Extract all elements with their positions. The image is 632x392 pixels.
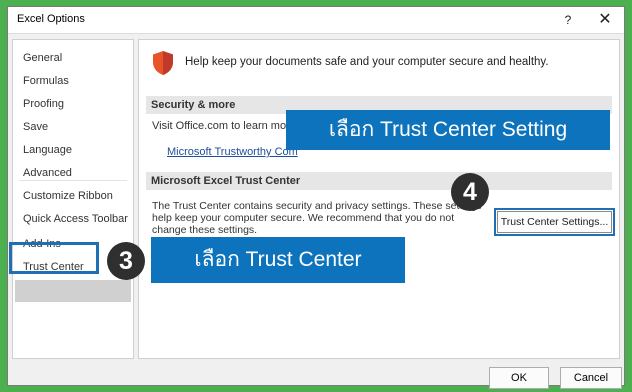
trust-center-sidebar-highlight xyxy=(9,242,99,274)
sidebar-item-customize-ribbon[interactable]: Customize Ribbon xyxy=(23,190,113,202)
help-button[interactable]: ? xyxy=(558,11,578,29)
sidebar-item-advanced[interactable]: Advanced xyxy=(23,167,72,179)
sidebar-item-save[interactable]: Save xyxy=(23,121,48,133)
ok-button[interactable]: OK xyxy=(489,367,549,389)
trust-center-description: The Trust Center contains security and p… xyxy=(152,200,482,236)
security-text: Visit Office.com to learn more xyxy=(152,120,296,132)
options-sidebar: General Formulas Proofing Save Language … xyxy=(12,39,134,359)
trustworthy-computing-link[interactable]: Microsoft Trustworthy Com xyxy=(167,146,298,158)
cancel-button[interactable]: Cancel xyxy=(560,367,622,389)
shield-icon xyxy=(153,51,173,75)
excel-options-dialog: Excel Options ? ✕ General Formulas Proof… xyxy=(7,6,625,389)
trust-center-settings-highlight xyxy=(494,208,615,236)
sidebar-item-general[interactable]: General xyxy=(23,52,62,64)
dialog-title: Excel Options xyxy=(17,13,85,25)
step4-badge: 4 xyxy=(451,173,489,211)
close-button[interactable]: ✕ xyxy=(594,10,616,30)
sidebar-item-proofing[interactable]: Proofing xyxy=(23,98,64,110)
step4-callout: เลือก Trust Center Setting xyxy=(286,110,610,150)
sidebar-item-language[interactable]: Language xyxy=(23,144,72,156)
intro-text: Help keep your documents safe and your c… xyxy=(185,56,549,68)
step3-badge: 3 xyxy=(107,242,145,280)
title-bar: Excel Options ? ✕ xyxy=(8,7,624,34)
step3-callout: เลือก Trust Center xyxy=(151,237,405,283)
sidebar-divider xyxy=(19,180,127,181)
sidebar-item-quick-access-toolbar[interactable]: Quick Access Toolbar xyxy=(23,213,128,225)
sidebar-item-formulas[interactable]: Formulas xyxy=(23,75,69,87)
trust-center-panel: Help keep your documents safe and your c… xyxy=(138,39,620,359)
sidebar-selection-highlight xyxy=(15,280,131,302)
section-heading-trust-center: Microsoft Excel Trust Center xyxy=(146,172,612,190)
